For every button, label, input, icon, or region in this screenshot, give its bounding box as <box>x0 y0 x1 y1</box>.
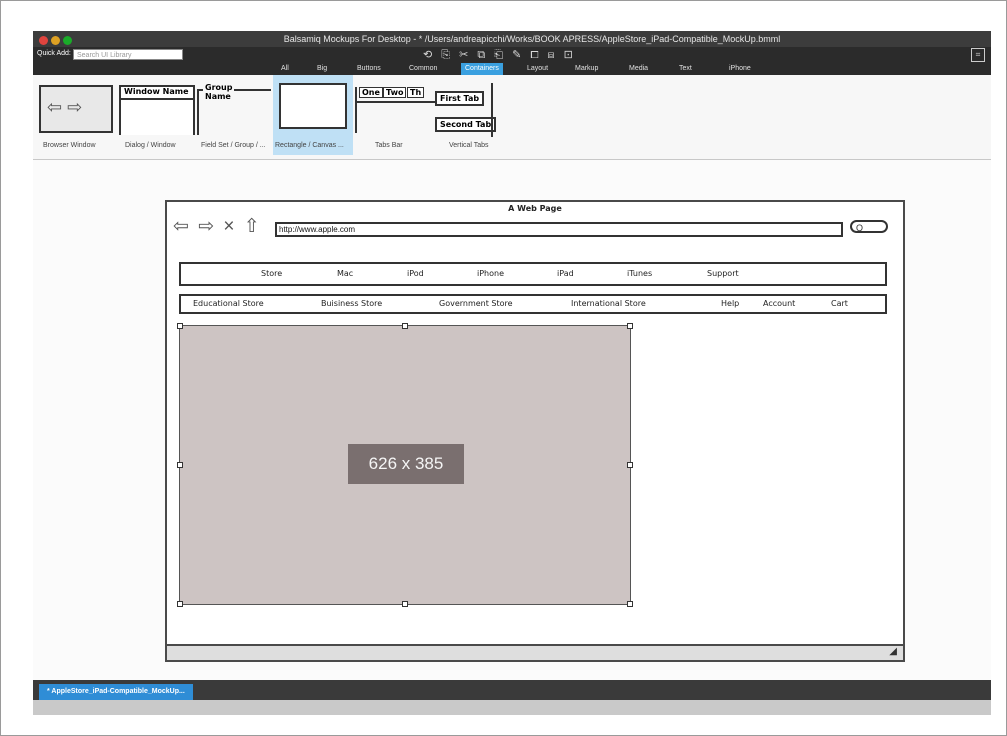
rectangle-sketch <box>279 83 347 129</box>
nav-item-educational-store: Educational Store <box>193 299 264 308</box>
tab-sketch-two: Two <box>383 87 407 98</box>
tab-iphone[interactable]: iPhone <box>725 63 755 75</box>
tab-markup[interactable]: Markup <box>571 63 602 75</box>
tab-text[interactable]: Text <box>675 63 696 75</box>
screenshot-frame: Balsamiq Mockups For Desktop - * /Users/… <box>0 0 1007 736</box>
resize-handle[interactable] <box>402 323 408 329</box>
nav-item-cart: Cart <box>831 299 848 308</box>
mockup-search-icon[interactable]: Q <box>850 220 888 233</box>
nav-item-mac: Mac <box>337 269 354 278</box>
quick-add-label: Quick Add: <box>37 50 71 57</box>
resize-handle[interactable] <box>627 462 633 468</box>
tab-layout[interactable]: Layout <box>523 63 552 75</box>
mockup-secondary-nav: Educational Store Buisiness Store Govern… <box>179 294 887 314</box>
mockup-url-field[interactable]: http://www.apple.com <box>275 222 843 237</box>
resize-handle[interactable] <box>177 462 183 468</box>
nav-item-support: Support <box>707 269 739 278</box>
ui-library-search-input[interactable]: Search UI Library <box>73 49 183 60</box>
resize-grip-icon[interactable]: ◢ <box>889 646 897 657</box>
resize-handle[interactable] <box>177 323 183 329</box>
image-placeholder[interactable]: 626 x 385 <box>177 323 633 607</box>
main-toolbar: Quick Add: Search UI Library ⟲ ⎘ ✂ ⧉ ⎗ ✎… <box>33 47 991 63</box>
nav-item-business-store: Buisiness Store <box>321 299 383 308</box>
resize-handle[interactable] <box>627 601 633 607</box>
vertical-tabs-sketch: First Tab Second Tab <box>435 83 511 137</box>
mockup-browser-window[interactable]: A Web Page ⇦ ⇨ × ⇧ http://www.apple.com … <box>165 200 905 662</box>
nav-item-itunes: iTunes <box>627 269 653 278</box>
vertical-tabs-line <box>491 83 493 137</box>
tab-buttons[interactable]: Buttons <box>353 63 385 75</box>
category-tabs: All Big Buttons Common Containers Layout… <box>33 63 991 75</box>
library-item-label: Field Set / Group / ... <box>201 142 266 149</box>
tab-big[interactable]: Big <box>313 63 331 75</box>
nav-item-government-store: Government Store <box>439 299 513 308</box>
bottom-panel <box>33 700 991 715</box>
library-item-label: Tabs Bar <box>375 142 403 149</box>
mockup-primary-nav: Store Mac iPod iPhone iPad iTunes Suppor… <box>179 262 887 286</box>
dialog-sketch-divider <box>121 98 193 100</box>
nav-item-store: Store <box>261 269 283 278</box>
zoom-window-button[interactable] <box>63 36 72 45</box>
title-bar: Balsamiq Mockups For Desktop - * /Users/… <box>33 31 991 47</box>
edit-tools-icons[interactable]: ⟲ ⎘ ✂ ⧉ ⎗ ✎ ⧠ ⧈ ⊡ <box>423 48 576 62</box>
library-item-rectangle-canvas[interactable]: Rectangle / Canvas ... <box>273 75 353 155</box>
nav-item-account: Account <box>763 299 796 308</box>
open-files-strip: * AppleStore_iPad-Compatible_MockUp... <box>33 680 991 700</box>
mockup-status-bar: ◢ <box>167 644 903 660</box>
resize-handle[interactable] <box>627 323 633 329</box>
library-item-label: Dialog / Window <box>125 142 176 149</box>
tab-all[interactable]: All <box>277 63 293 75</box>
nav-item-ipad: iPad <box>557 269 574 278</box>
field-set-sketch-title: Group Name <box>203 83 235 101</box>
library-item-label: Browser Window <box>43 142 96 149</box>
browser-nav-icons: ⇦ ⇨ × ⇧ <box>173 216 262 237</box>
library-item-label: Rectangle / Canvas ... <box>275 142 344 149</box>
tab-containers[interactable]: Containers <box>461 63 503 75</box>
mockup-canvas[interactable]: A Web Page ⇦ ⇨ × ⇧ http://www.apple.com … <box>33 160 991 680</box>
ui-library-shelf: ⇦ ⇨ Browser Window Window Name Dialog / … <box>33 75 991 160</box>
window-title: Balsamiq Mockups For Desktop - * /Users/… <box>283 34 781 44</box>
nav-item-iphone: iPhone <box>477 269 505 278</box>
resize-handle[interactable] <box>177 601 183 607</box>
image-dimensions-badge: 626 x 385 <box>348 444 464 484</box>
nav-item-ipod: iPod <box>407 269 424 278</box>
nav-item-international-store: International Store <box>571 299 646 308</box>
close-window-button[interactable] <box>39 36 48 45</box>
dialog-window-sketch: Window Name <box>119 85 195 135</box>
file-tab-applestore[interactable]: * AppleStore_iPad-Compatible_MockUp... <box>39 684 193 700</box>
tab-common[interactable]: Common <box>405 63 441 75</box>
balsamiq-app-window: Balsamiq Mockups For Desktop - * /Users/… <box>33 31 991 715</box>
tab-sketch-three: Th <box>407 87 425 98</box>
browser-window-sketch: ⇦ ⇨ <box>39 85 113 133</box>
dialog-sketch-title: Window Name <box>124 87 189 96</box>
tab-sketch-one: One <box>359 87 383 98</box>
vertical-tab-second: Second Tab <box>435 117 497 132</box>
minimize-window-button[interactable] <box>51 36 60 45</box>
resize-handle[interactable] <box>402 601 408 607</box>
vertical-tab-first: First Tab <box>435 91 485 106</box>
library-item-label: Vertical Tabs <box>449 142 489 149</box>
tab-media[interactable]: Media <box>625 63 652 75</box>
fullscreen-icon[interactable]: ⌗ <box>971 48 985 62</box>
nav-item-help: Help <box>721 299 740 308</box>
tabs-bar-line <box>355 101 437 103</box>
mockup-page-title: A Web Page <box>508 204 562 213</box>
arrows-icon: ⇦ ⇨ <box>47 97 83 117</box>
